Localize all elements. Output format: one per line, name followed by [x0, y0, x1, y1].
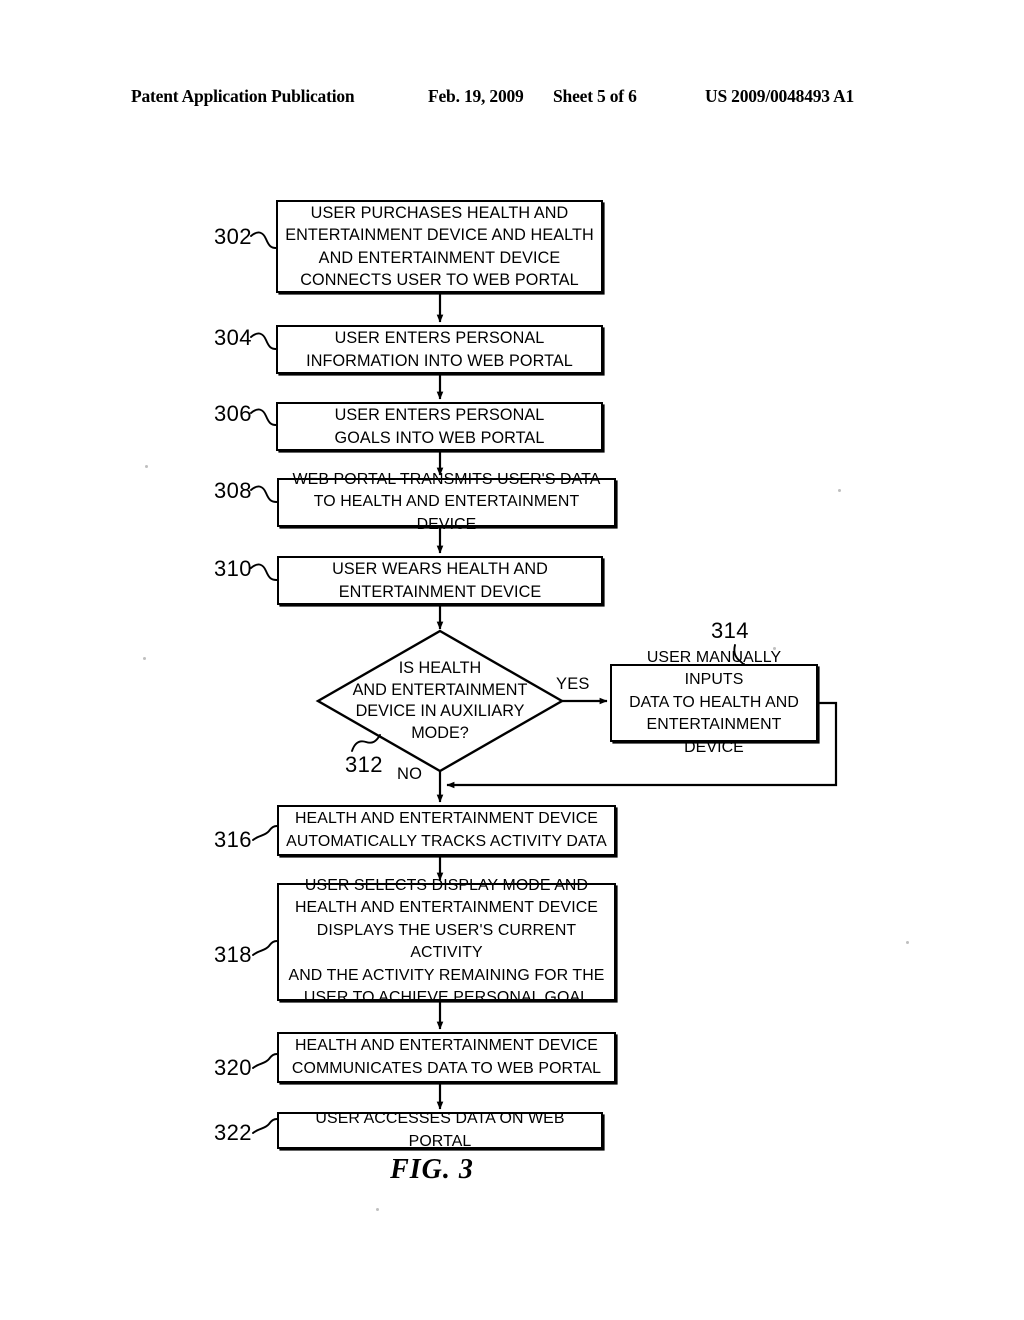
reference-numeral-312: 312 [345, 752, 383, 777]
flow-node-314-text: USER MANUALLY INPUTS DATA TO HEALTH AND … [629, 648, 799, 756]
flow-node-310-text: USER WEARS HEALTH AND ENTERTAINMENT DEVI… [332, 560, 548, 601]
reference-numeral-308: 308 [214, 478, 252, 503]
leader-318 [252, 940, 278, 956]
flow-node-316-text: HEALTH AND ENTERTAINMENT DEVICE AUTOMATI… [286, 810, 607, 850]
flow-node-312-text: IS HEALTH AND ENTERTAINMENT DEVICE IN AU… [352, 659, 528, 742]
reference-numeral-314: 314 [711, 618, 749, 643]
flow-node-318-text: USER SELECTS DISPLAY MODE AND HEALTH AND… [288, 876, 605, 1007]
flow-node-312-decision: IS HEALTH AND ENTERTAINMENT DEVICE IN AU… [318, 631, 562, 771]
scan-speck [145, 465, 148, 468]
flow-node-302: USER PURCHASES HEALTH AND ENTERTAINMENT … [276, 200, 603, 293]
flow-node-322: USER ACCESSES DATA ON WEB PORTAL [277, 1110, 603, 1150]
figure-caption-text: FIG. 3 [390, 1154, 474, 1185]
flowchart-figure: USER PURCHASES HEALTH AND ENTERTAINMENT … [0, 0, 1024, 1320]
flow-node-320-text: HEALTH AND ENTERTAINMENT DEVICE COMMUNIC… [291, 1037, 602, 1077]
figure-caption: FIG. 3 [0, 1154, 1024, 1186]
flow-node-306: USER ENTERS PERSONAL GOALS INTO WEB PORT… [276, 402, 603, 451]
flow-node-314: USER MANUALLY INPUTS DATA TO HEALTH AND … [610, 649, 818, 756]
reference-numeral-316: 316 [214, 827, 252, 852]
reference-numeral-310: 310 [214, 556, 252, 581]
flow-node-304-text: USER ENTERS PERSONAL INFORMATION INTO WE… [306, 329, 573, 370]
reference-numeral-322: 322 [214, 1120, 252, 1145]
leader-308 [250, 485, 278, 503]
flow-node-302-text: USER PURCHASES HEALTH AND ENTERTAINMENT … [285, 203, 594, 290]
leader-310 [250, 563, 278, 581]
leader-306 [250, 408, 277, 426]
leader-302 [250, 231, 277, 249]
flow-node-308-text: WEB PORTAL TRANSMITS USER'S DATA TO HEAL… [292, 470, 601, 533]
scan-speck [773, 647, 776, 650]
flow-node-310: USER WEARS HEALTH AND ENTERTAINMENT DEVI… [277, 556, 603, 605]
leader-322 [252, 1118, 278, 1134]
reference-numeral-318: 318 [214, 942, 252, 967]
scan-speck [376, 1208, 379, 1211]
leader-320 [252, 1053, 278, 1069]
leader-304 [250, 332, 277, 350]
reference-numeral-320: 320 [214, 1055, 252, 1080]
branch-label-no: NO [397, 765, 423, 783]
leader-316 [252, 825, 278, 841]
flow-node-304: USER ENTERS PERSONAL INFORMATION INTO WE… [276, 325, 603, 374]
reference-numeral-304: 304 [214, 325, 252, 350]
scan-speck [838, 489, 841, 492]
flow-node-316: HEALTH AND ENTERTAINMENT DEVICE AUTOMATI… [277, 805, 616, 856]
flow-node-320: HEALTH AND ENTERTAINMENT DEVICE COMMUNIC… [277, 1032, 616, 1083]
branch-label-yes: YES [556, 675, 590, 693]
scan-speck [143, 657, 146, 660]
flow-node-322-text: USER ACCESSES DATA ON WEB PORTAL [315, 1110, 565, 1150]
reference-numeral-306: 306 [214, 401, 252, 426]
scan-speck [906, 941, 909, 944]
reference-numeral-302: 302 [214, 224, 252, 249]
flow-node-306-text: USER ENTERS PERSONAL GOALS INTO WEB PORT… [334, 406, 545, 447]
flow-node-308: WEB PORTAL TRANSMITS USER'S DATA TO HEAL… [277, 471, 616, 533]
flow-node-318: USER SELECTS DISPLAY MODE AND HEALTH AND… [277, 877, 616, 1006]
